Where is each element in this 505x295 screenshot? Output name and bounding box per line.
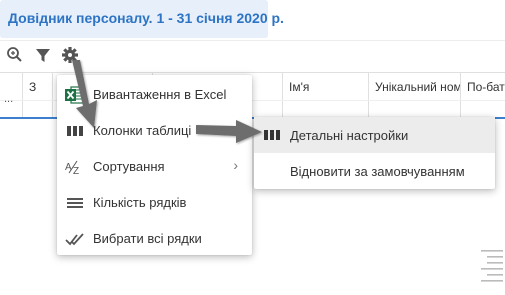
list-icon	[479, 242, 505, 290]
submenu-item-label: Детальні настройки	[290, 128, 409, 143]
menu-item-label: Вивантаження в Excel	[93, 87, 227, 102]
menu-item-row-count[interactable]: Кількість рядків	[57, 185, 252, 221]
columns-submenu: Детальні настройки Відновити за замовчув…	[254, 117, 495, 189]
rows-icon	[65, 194, 85, 212]
menu-item-export-excel[interactable]: Вивантаження в Excel	[57, 77, 252, 113]
page-title-chip: Довідник персоналу. 1 - 31 січня 2020 р.	[0, 0, 284, 38]
menu-item-label: Колонки таблиці	[93, 123, 192, 138]
row-marker: ...	[4, 93, 14, 105]
menu-item-table-columns[interactable]: Колонки таблиці	[57, 113, 252, 149]
menu-item-label: Сортування	[93, 159, 165, 174]
columns-icon	[262, 126, 282, 144]
menu-item-sorting[interactable]: A Z Сортування ›	[57, 149, 252, 185]
menu-item-select-all-rows[interactable]: Вибрати всі рядки	[57, 221, 252, 257]
svg-text:Z: Z	[73, 166, 79, 176]
columns-icon	[65, 122, 85, 140]
excel-icon	[65, 86, 85, 104]
submenu-item-label: Відновити за замовчуванням	[290, 164, 465, 179]
settings-menu: Вивантаження в Excel Колонки таблиці A Z…	[57, 75, 252, 255]
sort-az-icon: A Z	[65, 158, 85, 177]
menu-item-label: Кількість рядків	[93, 195, 187, 210]
double-check-icon	[65, 230, 85, 248]
column-header[interactable]: З	[22, 73, 52, 118]
page-title: Довідник персоналу. 1 - 31 січня 2020 р.	[8, 10, 284, 26]
column-header[interactable]: Унікальний ном	[368, 73, 460, 118]
divider	[0, 40, 505, 41]
submenu-item-restore-defaults[interactable]: Відновити за замовчуванням	[254, 153, 495, 189]
gear-icon[interactable]	[60, 44, 82, 70]
svg-text:A: A	[65, 162, 72, 173]
menu-item-label: Вибрати всі рядки	[93, 231, 202, 246]
chevron-right-icon: ›	[233, 157, 238, 173]
filter-icon[interactable]	[34, 44, 56, 70]
submenu-item-detailed-settings[interactable]: Детальні настройки	[254, 117, 495, 153]
column-header[interactable]: По-бат	[460, 73, 505, 118]
zoom-icon[interactable]	[6, 44, 28, 70]
column-header[interactable]: Ім'я	[282, 73, 368, 118]
